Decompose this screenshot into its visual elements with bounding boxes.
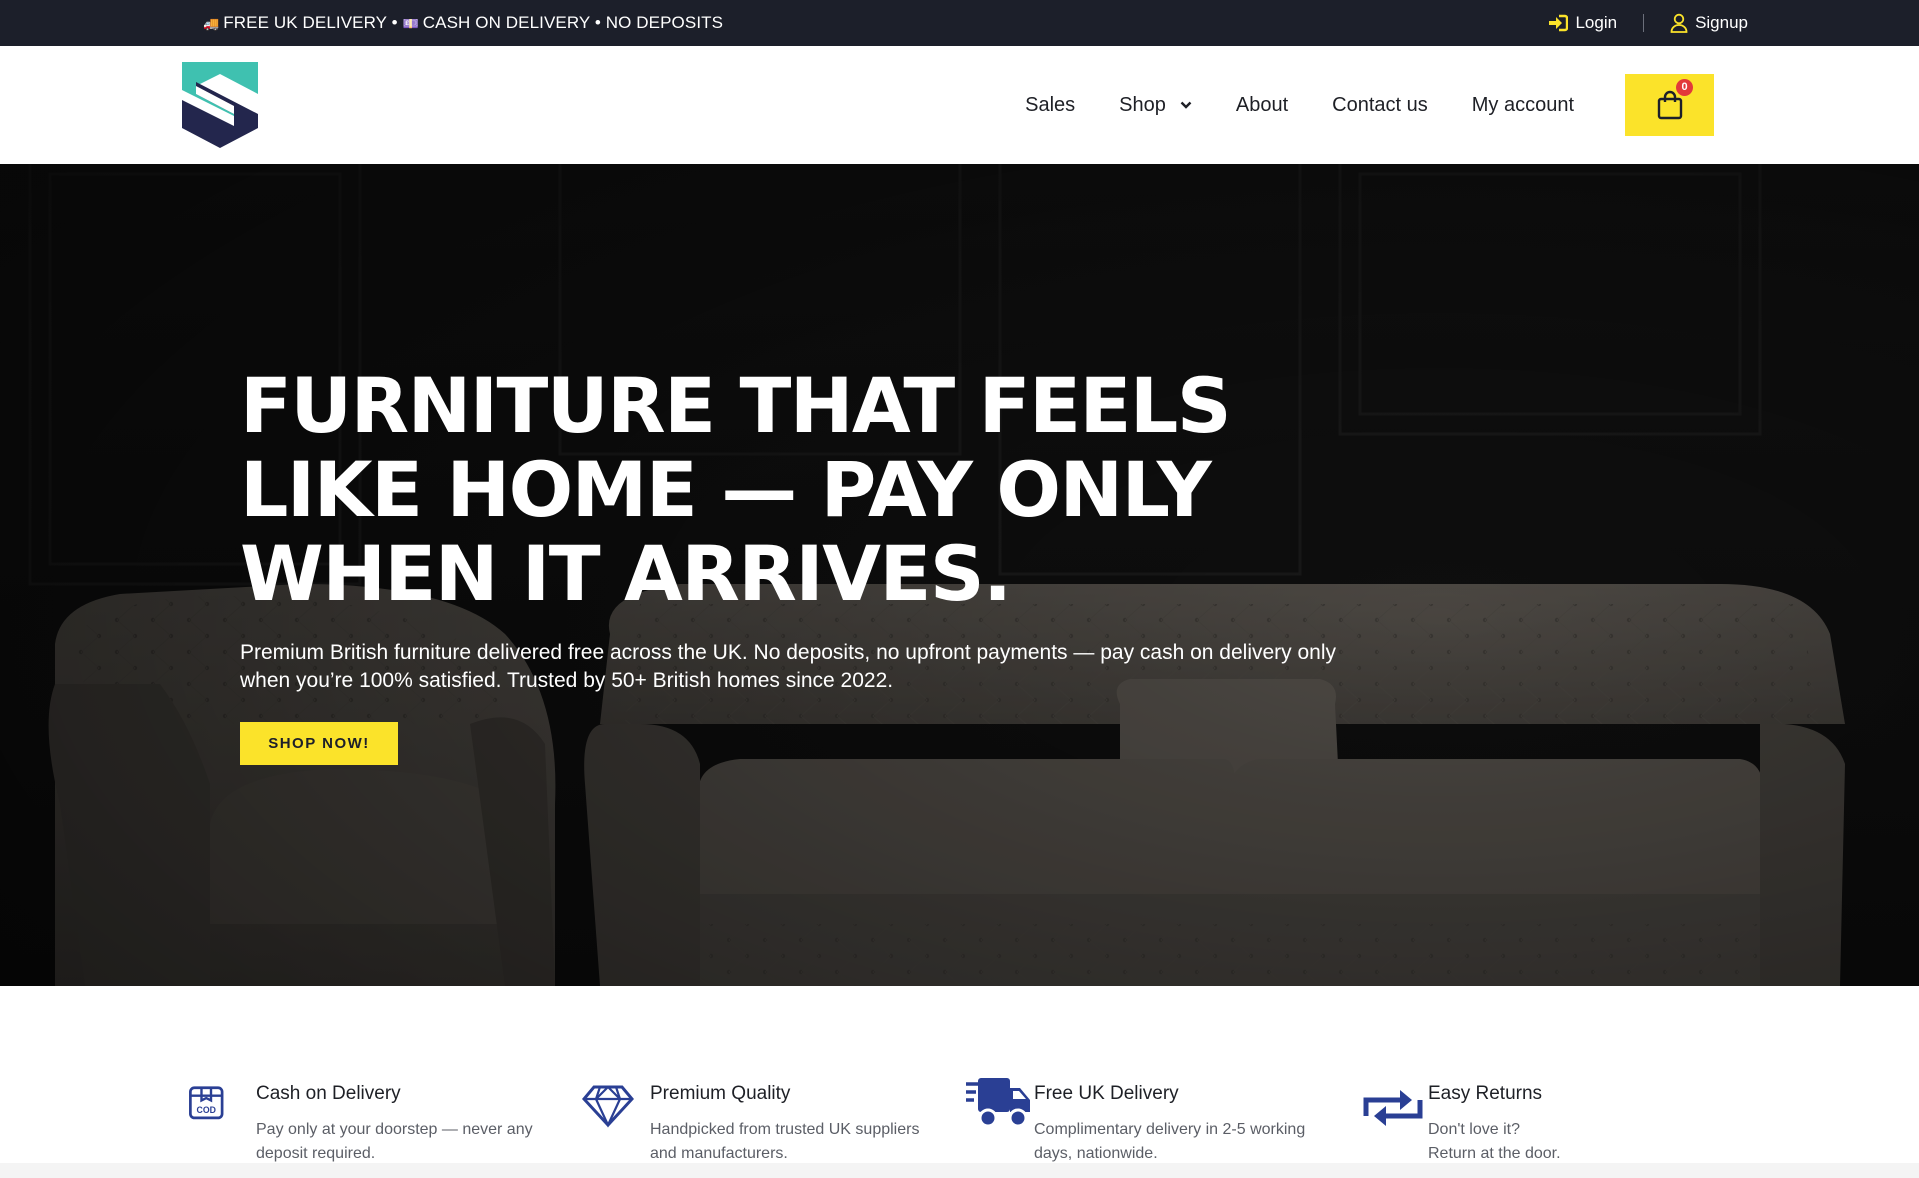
truck-emoji-icon: 🚚 (203, 16, 220, 31)
login-label: Login (1575, 13, 1618, 32)
nav-contact[interactable]: Contact us (1332, 94, 1428, 117)
feature-desc: Handpicked from trusted UK suppliers and… (650, 1121, 920, 1162)
auth-divider (1643, 14, 1645, 32)
announcement-bar: 🚚 FREE UK DELIVERY • 💷 CASH ON DELIVERY • … (0, 0, 1919, 46)
hero-banner: FURNITURE THAT FEELS LIKE HOME — PAY ONL… (0, 164, 1919, 986)
nav-about[interactable]: About (1236, 94, 1288, 117)
signup-link[interactable]: Signup (1670, 13, 1748, 33)
returns-arrows-icon (1363, 1090, 1423, 1126)
sign-in-icon (1549, 14, 1569, 32)
shield-s-logo[interactable] (182, 62, 258, 148)
shopping-bag-icon (1657, 90, 1682, 120)
money-emoji-icon: 💷 (402, 16, 419, 31)
promo-separator: • (391, 13, 398, 32)
features-strip: COD Cash on Delivery Pay only at your do… (0, 986, 1919, 1163)
promo-free-delivery: FREE UK DELIVERY (223, 13, 387, 32)
site-header: Sales Shop About Contact us My account 0 (0, 46, 1919, 164)
signup-label: Signup (1695, 13, 1748, 32)
feature-title: Free UK Delivery (1034, 1083, 1179, 1104)
hero-headline: FURNITURE THAT FEELS LIKE HOME — PAY ONL… (240, 361, 1232, 618)
user-icon (1670, 13, 1688, 33)
cart-button[interactable]: 0 (1625, 74, 1714, 136)
nav-shop[interactable]: Shop (1119, 94, 1192, 117)
auth-links: Login Signup (1548, 0, 1748, 46)
login-link[interactable]: Login (1548, 13, 1617, 33)
feature-desc: Complimentary delivery in 2-5 working da… (1034, 1121, 1306, 1162)
nav-sales[interactable]: Sales (1025, 94, 1075, 117)
hero-subtext: Premium British furniture delivered free… (240, 641, 1337, 692)
promo-cod: CASH ON DELIVERY (422, 13, 591, 32)
shop-now-button[interactable]: SHOP NOW! (240, 722, 398, 765)
diamond-icon (582, 1085, 634, 1128)
feature-desc: Don't love it? Return at the door. (1428, 1121, 1561, 1162)
svg-text:COD: COD (197, 1105, 216, 1115)
promo-text: 🚚 FREE UK DELIVERY • 💷 CASH ON DELIVERY • … (203, 0, 723, 46)
cod-box-icon: COD (189, 1086, 224, 1120)
chevron-down-icon (1180, 101, 1192, 109)
feature-title: Premium Quality (650, 1083, 791, 1104)
cart-count-badge: 0 (1676, 79, 1693, 96)
main-nav: Sales Shop About Contact us My account (981, 46, 1574, 164)
nav-shop-label: Shop (1119, 93, 1166, 116)
feature-title: Cash on Delivery (256, 1083, 401, 1104)
feature-title: Easy Returns (1428, 1083, 1543, 1104)
delivery-truck-icon (966, 1078, 1030, 1128)
promo-no-deposits: NO DEPOSITS (605, 13, 724, 32)
promo-separator: • (594, 13, 601, 32)
nav-my-account[interactable]: My account (1472, 94, 1574, 117)
feature-desc: Pay only at your doorstep — never any de… (256, 1121, 533, 1162)
